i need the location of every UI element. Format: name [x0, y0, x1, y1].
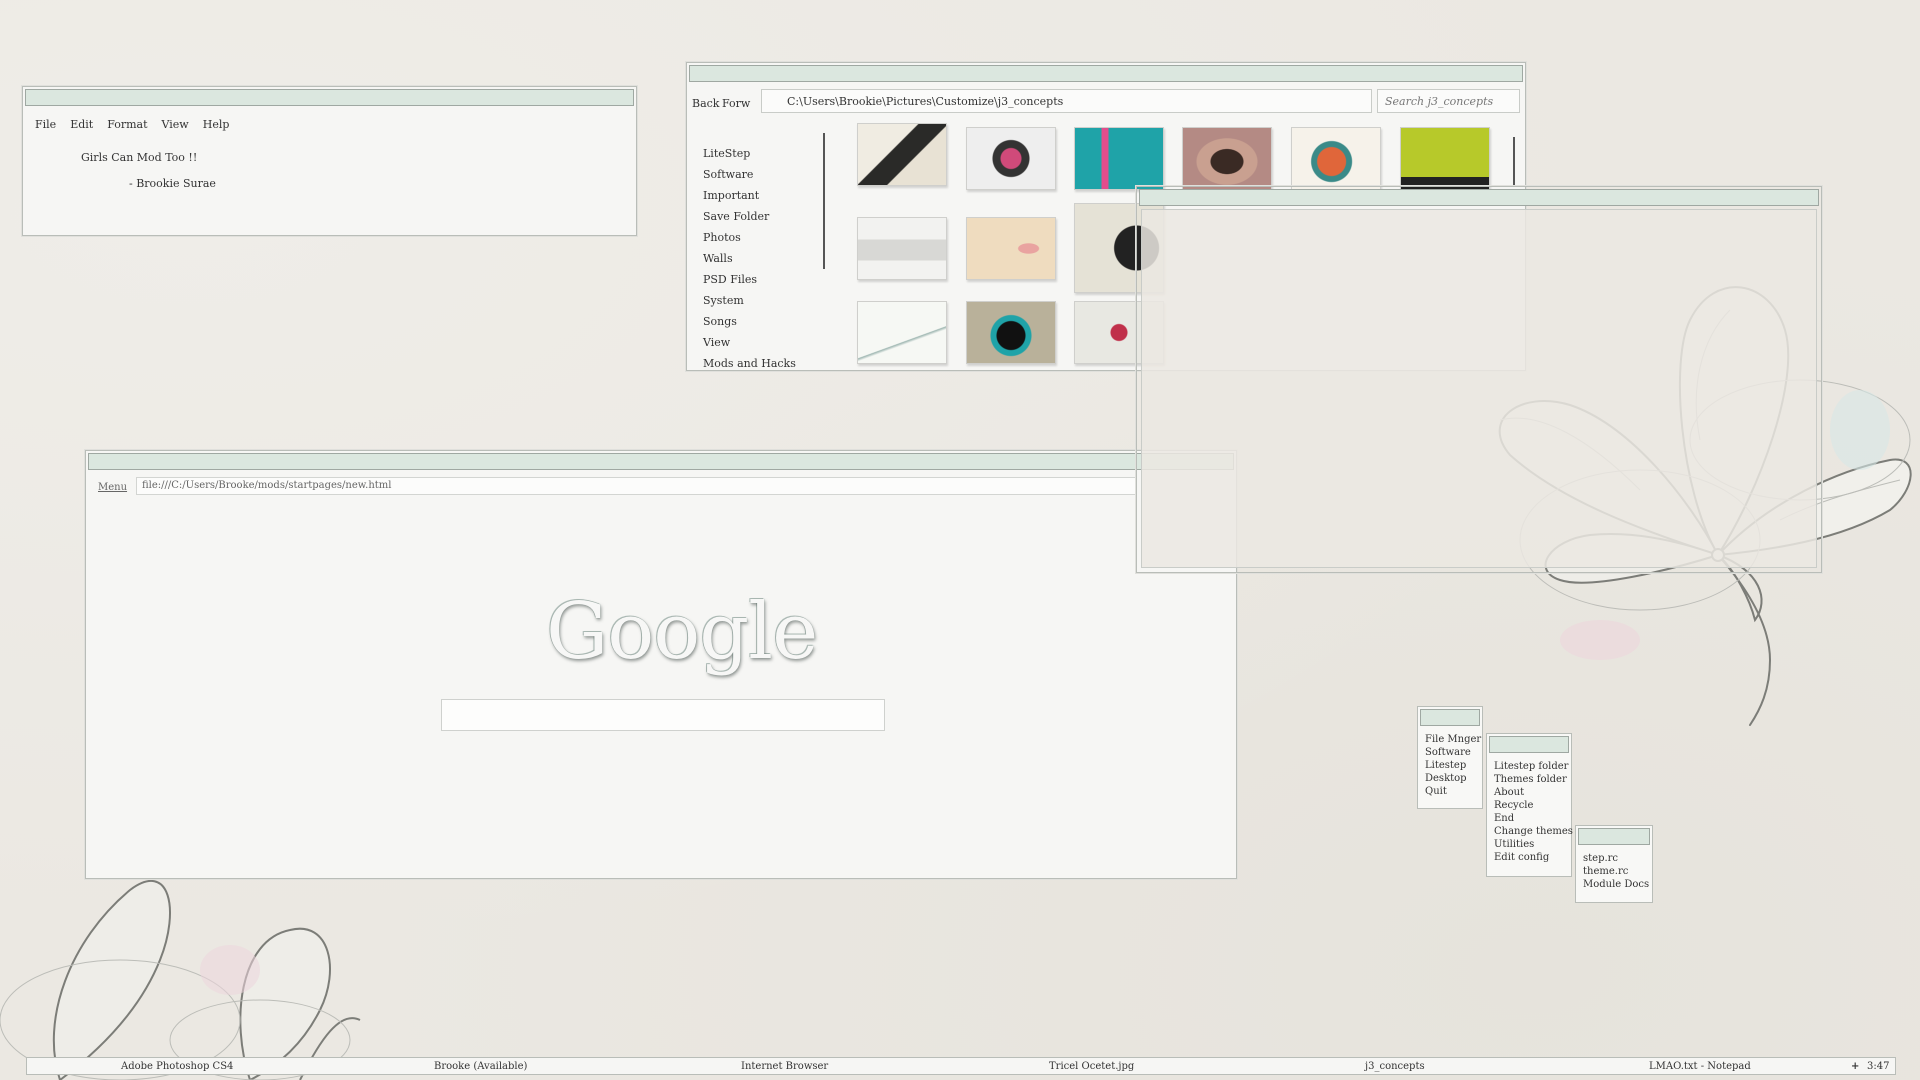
browser-titlebar[interactable] [88, 453, 1234, 470]
menu-item-utilities[interactable]: Utilities [1494, 838, 1573, 851]
menu-item-theme-rc[interactable]: theme.rc [1583, 865, 1649, 878]
sidebar-item-view[interactable]: View [703, 332, 796, 353]
thumbnail-image[interactable] [966, 127, 1056, 190]
thumbnail-image[interactable] [1291, 127, 1381, 190]
menu-item-step-rc[interactable]: step.rc [1583, 852, 1649, 865]
taskbar-item-j3-concepts[interactable]: j3_concepts [1365, 1061, 1425, 1072]
explorer-titlebar[interactable] [689, 65, 1523, 82]
taskbar-item-browser[interactable]: Internet Browser [741, 1061, 828, 1072]
sidebar-item-software[interactable]: Software [703, 164, 796, 185]
sidebar-item-important[interactable]: Important [703, 185, 796, 206]
menu-item-about[interactable]: About [1494, 786, 1573, 799]
thumbnail-image[interactable] [1182, 127, 1272, 190]
notepad-titlebar[interactable] [25, 89, 634, 106]
google-logo[interactable]: Google [546, 587, 818, 677]
google-search-input[interactable] [441, 699, 885, 731]
back-button[interactable]: Back [692, 97, 719, 110]
sidebar-item-mods-and-hacks[interactable]: Mods and Hacks [703, 353, 796, 374]
notepad-text-line-2[interactable]: - Brookie Surae [129, 177, 216, 190]
litestep-popup-menu: Litestep folder Themes folder About Recy… [1486, 733, 1573, 877]
forward-button[interactable]: Forw [722, 97, 750, 110]
thumbnails-scrollbar[interactable] [1513, 137, 1515, 187]
menu-view[interactable]: View [162, 118, 189, 131]
thumbnail-image[interactable] [966, 301, 1056, 364]
menu-edit[interactable]: Edit [70, 118, 93, 131]
sidebar-item-songs[interactable]: Songs [703, 311, 796, 332]
taskbar-item-notepad[interactable]: LMAO.txt - Notepad [1649, 1061, 1751, 1072]
folder-sidebar: LiteStep Software Important Save Folder … [703, 143, 796, 374]
menu-item-desktop[interactable]: Desktop [1425, 772, 1481, 785]
thumbnail-image[interactable] [857, 301, 947, 364]
menu-file[interactable]: File [35, 118, 56, 131]
menu-item-quit[interactable]: Quit [1425, 785, 1481, 798]
viewer-titlebar[interactable] [1139, 189, 1819, 206]
config-popup-menu: step.rc theme.rc Module Docs [1575, 825, 1653, 903]
browser-menu-button[interactable]: Menu [98, 482, 127, 493]
config-menu-titlebar [1578, 828, 1650, 845]
thumbnail-image[interactable] [1400, 127, 1490, 190]
litestep-menu-titlebar [1489, 736, 1569, 753]
menu-item-litestep-folder[interactable]: Litestep folder [1494, 760, 1573, 773]
menu-item-themes-folder[interactable]: Themes folder [1494, 773, 1573, 786]
menu-item-litestep[interactable]: Litestep [1425, 759, 1481, 772]
menu-item-file-manager[interactable]: File Mnger [1425, 733, 1481, 746]
thumbnail-image[interactable] [857, 123, 947, 186]
taskbar-item-tricel[interactable]: Tricel Ocetet.jpg [1049, 1061, 1134, 1072]
notepad-menubar: File Edit Format View Help [35, 118, 229, 131]
sidebar-item-litestep[interactable]: LiteStep [703, 143, 796, 164]
address-bar[interactable]: C:\Users\Brookie\Pictures\Customize\j3_c… [761, 89, 1372, 113]
menu-item-module-docs[interactable]: Module Docs [1583, 878, 1649, 891]
taskbar-item-photoshop[interactable]: Adobe Photoshop CS4 [121, 1061, 233, 1072]
taskbar-item-brooke[interactable]: Brooke (Available) [434, 1061, 527, 1072]
thumbnail-image[interactable] [1074, 127, 1164, 190]
url-bar[interactable]: file:///C:/Users/Brooke/mods/startpages/… [136, 477, 1136, 495]
notepad-text-line-1[interactable]: Girls Can Mod Too !! [81, 151, 197, 164]
clock: 3:47 [1867, 1061, 1890, 1072]
menu-item-recycle[interactable]: Recycle [1494, 799, 1573, 812]
sidebar-item-psd-files[interactable]: PSD Files [703, 269, 796, 290]
notepad-window: File Edit Format View Help Girls Can Mod… [22, 86, 637, 236]
sidebar-item-walls[interactable]: Walls [703, 248, 796, 269]
browser-window: Menu file:///C:/Users/Brooke/mods/startp… [85, 450, 1237, 879]
menu-format[interactable]: Format [107, 118, 147, 131]
menu-item-software[interactable]: Software [1425, 746, 1481, 759]
sidebar-scrollbar[interactable] [823, 133, 825, 269]
tray-plus-icon[interactable]: + [1851, 1061, 1859, 1072]
sidebar-item-system[interactable]: System [703, 290, 796, 311]
taskbar: Adobe Photoshop CS4 Brooke (Available) I… [26, 1057, 1896, 1075]
viewer-canvas [1141, 209, 1817, 568]
sidebar-item-photos[interactable]: Photos [703, 227, 796, 248]
main-menu-titlebar [1420, 709, 1480, 726]
thumbnail-image[interactable] [966, 217, 1056, 280]
menu-item-end[interactable]: End [1494, 812, 1573, 825]
menu-item-edit-config[interactable]: Edit config [1494, 851, 1573, 864]
search-input[interactable]: Search j3_concepts [1377, 89, 1520, 113]
image-viewer-window [1136, 186, 1822, 573]
thumbnail-image[interactable] [857, 217, 947, 280]
menu-help[interactable]: Help [203, 118, 230, 131]
menu-item-change-themes[interactable]: Change themes [1494, 825, 1573, 838]
sidebar-item-save-folder[interactable]: Save Folder [703, 206, 796, 227]
main-popup-menu: File Mnger Software Litestep Desktop Qui… [1417, 706, 1483, 809]
